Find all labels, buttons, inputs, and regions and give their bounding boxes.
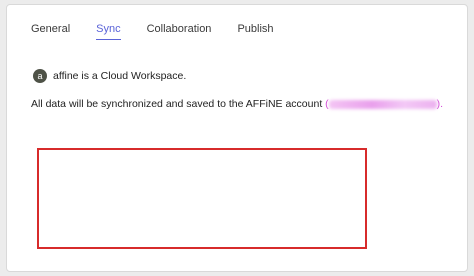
highlight-box [37,148,367,249]
workspace-description: is a Cloud Workspace. [78,70,187,82]
tab-collaboration[interactable]: Collaboration [147,23,212,40]
tab-general[interactable]: General [31,23,70,40]
workspace-info: a affine is a Cloud Workspace. [33,69,186,83]
settings-tabs: General Sync Collaboration Publish [31,23,300,40]
sync-message: All data will be synchronized and saved … [31,98,443,110]
tab-sync[interactable]: Sync [96,23,121,40]
redacted-email [328,99,437,109]
settings-panel: General Sync Collaboration Publish a aff… [6,4,468,272]
tab-publish[interactable]: Publish [237,23,273,40]
avatar: a [33,69,47,83]
workspace-name: affine [53,70,79,82]
sync-message-text: All data will be synchronized and saved … [31,98,326,110]
email-close-paren: ). [436,98,444,110]
